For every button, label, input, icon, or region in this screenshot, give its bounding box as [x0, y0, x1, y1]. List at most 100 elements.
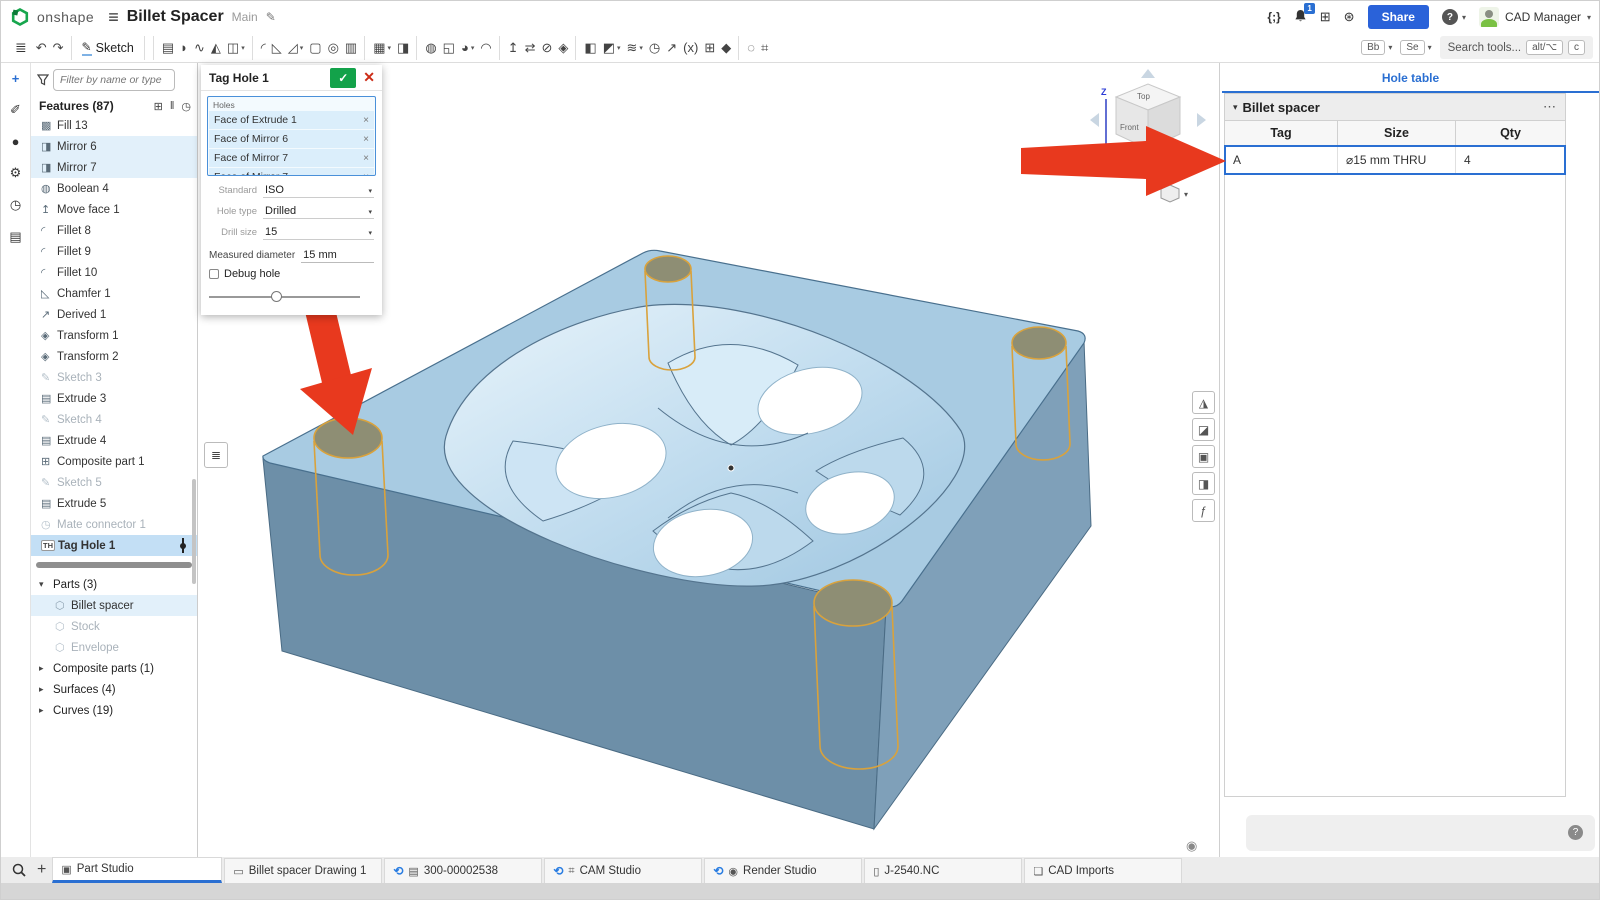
chevron-down-icon[interactable]: ▾ — [368, 187, 372, 195]
tab-cam-studio[interactable]: ⟲ ⌗ CAM Studio — [544, 858, 702, 883]
tree-group-header[interactable]: ▸ Curves (19) — [31, 700, 197, 721]
zoom-window-icon[interactable] — [11, 862, 27, 878]
offset-surface-icon[interactable]: ◠▾ — [477, 36, 494, 60]
feature-list-scrollbar[interactable] — [192, 479, 196, 584]
main-menu-icon[interactable]: ≡ — [108, 7, 119, 28]
revolve-icon[interactable]: ◗▾ — [177, 36, 191, 60]
feature-item[interactable]: ◺ Chamfer 1 — [31, 283, 197, 304]
hole-face-item[interactable]: Face of Mirror 7 × — [209, 149, 374, 167]
feature-item[interactable]: ◨ Mirror 7 — [31, 157, 197, 178]
named-views-icon[interactable]: ▣ — [1192, 445, 1215, 468]
parts-group-header[interactable]: ▾ Parts (3) — [31, 574, 197, 595]
remove-icon[interactable]: × — [363, 172, 369, 177]
follow-mode-icon[interactable]: ◉ — [1186, 838, 1197, 854]
feature-item[interactable]: ▩ Fill 13 — [31, 115, 197, 136]
filter-input[interactable] — [53, 69, 175, 91]
feature-item[interactable]: ▤ Extrude 3 — [31, 388, 197, 409]
learning-center-icon[interactable]: ⊛ — [1344, 9, 1355, 25]
shell-icon[interactable]: ▢▾ — [306, 36, 324, 60]
delete-face-icon[interactable]: ⊘▾ — [538, 36, 555, 60]
feature-item[interactable]: ✎ Sketch 3 — [31, 367, 197, 388]
feature-item[interactable]: ◍ Boolean 4 — [31, 178, 197, 199]
dropdown-value[interactable]: ISO — [263, 183, 374, 198]
notifications-bell-icon[interactable]: 1 — [1294, 9, 1307, 26]
feature-item[interactable]: ◜ Fillet 9 — [31, 241, 197, 262]
tab-render-studio[interactable]: ⟲ ◉ Render Studio — [704, 858, 862, 883]
fill-icon[interactable]: ◕▾ — [458, 36, 477, 60]
remove-icon[interactable]: × — [363, 134, 369, 145]
release-management-icon[interactable]: ⚙ — [10, 165, 22, 181]
rollback-handle[interactable] — [178, 538, 187, 553]
linear-pattern-icon[interactable]: ▦▾ — [364, 36, 394, 60]
debug-hole-checkbox[interactable] — [209, 269, 219, 279]
featurescript-notices-icon[interactable]: {;} — [1267, 10, 1280, 24]
feature-item[interactable]: TH Tag Hole 1 — [31, 535, 197, 556]
transform-icon[interactable]: ◈▾ — [555, 36, 571, 60]
mate-connector-icon[interactable]: ◷▾ — [646, 36, 663, 60]
featurescript-icon[interactable]: (x)▾ — [680, 36, 701, 60]
tab-cad-imports[interactable]: ⟲ ❏ CAD Imports — [1024, 858, 1182, 883]
feature-item[interactable]: ◜ Fillet 10 — [31, 262, 197, 283]
feature-list-toggle-icon[interactable]: ≣ — [9, 36, 33, 60]
derived-icon[interactable]: ↗▾ — [663, 36, 680, 60]
frame-icon[interactable]: ≋▾ — [624, 36, 646, 60]
custom-feature-icon[interactable]: ◌▾ — [738, 36, 758, 60]
custom-features-bb-button[interactable]: Bb ▾ — [1361, 40, 1392, 55]
mirror-icon[interactable]: ◨▾ — [394, 36, 412, 60]
split-icon[interactable]: ◱▾ — [440, 36, 458, 60]
feature-list-flyout-toggle[interactable]: ≣ — [204, 442, 228, 468]
hole-face-item[interactable]: Face of Extrude 1 × — [209, 111, 374, 129]
feature-item[interactable]: ◈ Transform 1 — [31, 325, 197, 346]
measured-diameter-value[interactable]: 15 mm — [301, 248, 374, 263]
hole-table-tab[interactable]: Hole table — [1220, 63, 1600, 91]
user-avatar[interactable] — [1479, 7, 1499, 27]
help-icon[interactable]: ? — [1568, 825, 1583, 840]
confirm-button[interactable]: ✓ — [330, 68, 356, 88]
new-tab-button[interactable]: + — [37, 861, 46, 879]
sheet-metal-icon[interactable]: ◧▾ — [575, 36, 599, 60]
create-folder-icon[interactable]: ⊞ — [154, 100, 163, 113]
section-menu-icon[interactable]: ⋯ — [1543, 99, 1557, 115]
thicken-icon[interactable]: ◫▾ — [224, 36, 248, 60]
tree-group-header[interactable]: ▸ Composite parts (1) — [31, 658, 197, 679]
link-icon[interactable]: ✎ — [266, 10, 276, 24]
rollback-bar[interactable] — [36, 562, 192, 568]
part-item[interactable]: ⬡ Envelope — [31, 637, 197, 658]
feature-item[interactable]: ✎ Sketch 4 — [31, 409, 197, 430]
composite-part-icon[interactable]: ⊞▾ — [701, 36, 718, 60]
section-view-icon[interactable]: ◪ — [1192, 418, 1215, 441]
rollback-history-icon[interactable]: ◷ — [181, 100, 191, 113]
feature-item[interactable]: ↥ Move face 1 — [31, 199, 197, 220]
feature-item[interactable]: ◷ Mate connector 1 — [31, 514, 197, 535]
tab-nc-file[interactable]: ⟲ ▯ J-2540.NC — [864, 858, 1022, 883]
help-caret-icon[interactable]: ▾ — [1462, 13, 1466, 22]
hole-face-item[interactable]: Face of Mirror 7 × — [209, 168, 374, 176]
hole-face-item[interactable]: Face of Mirror 6 × — [209, 130, 374, 148]
view-cube[interactable]: Top Front Z — [1090, 69, 1206, 175]
undo-icon[interactable]: ↶ — [33, 36, 50, 60]
tab-part-studio[interactable]: ⟲ ▣ Part Studio — [52, 857, 222, 883]
fillet-icon[interactable]: ◜▾ — [252, 36, 269, 60]
help-icon[interactable]: ? — [1442, 9, 1458, 25]
feature-item[interactable]: ✎ Sketch 5 — [31, 472, 197, 493]
tab-drawing[interactable]: ⟲ ▭ Billet spacer Drawing 1 — [224, 858, 382, 883]
corner-icon[interactable]: ◩▾ — [600, 36, 624, 60]
rib-icon[interactable]: ▥▾ — [342, 36, 360, 60]
tab-300-00002538[interactable]: ⟲ ▤ 300-00002538 — [384, 858, 542, 883]
tree-group-header[interactable]: ▸ Surfaces (4) — [31, 679, 197, 700]
move-face-icon[interactable]: ↥▾ — [499, 36, 522, 60]
tag-icon[interactable]: ◆▾ — [718, 36, 734, 60]
display-states-icon[interactable]: ◨ — [1192, 472, 1215, 495]
comments-icon[interactable]: ● — [12, 134, 20, 149]
cam-export-icon[interactable]: ⌗▾ — [758, 36, 771, 60]
hole-table-row[interactable]: A ⌀15 mm THRU 4 — [1225, 146, 1565, 174]
remove-icon[interactable]: × — [363, 153, 369, 164]
replace-face-icon[interactable]: ⇄▾ — [522, 36, 539, 60]
variables-icon[interactable]: + — [12, 71, 20, 86]
redo-icon[interactable]: ↷ — [50, 36, 67, 60]
appearance-icon[interactable]: ✐ — [10, 102, 21, 118]
feature-item[interactable]: ▤ Extrude 4 — [31, 430, 197, 451]
share-button[interactable]: Share — [1368, 5, 1429, 29]
custom-function-icon[interactable]: ƒ — [1192, 499, 1215, 522]
apps-grid-icon[interactable]: ⊞ — [1320, 9, 1331, 25]
